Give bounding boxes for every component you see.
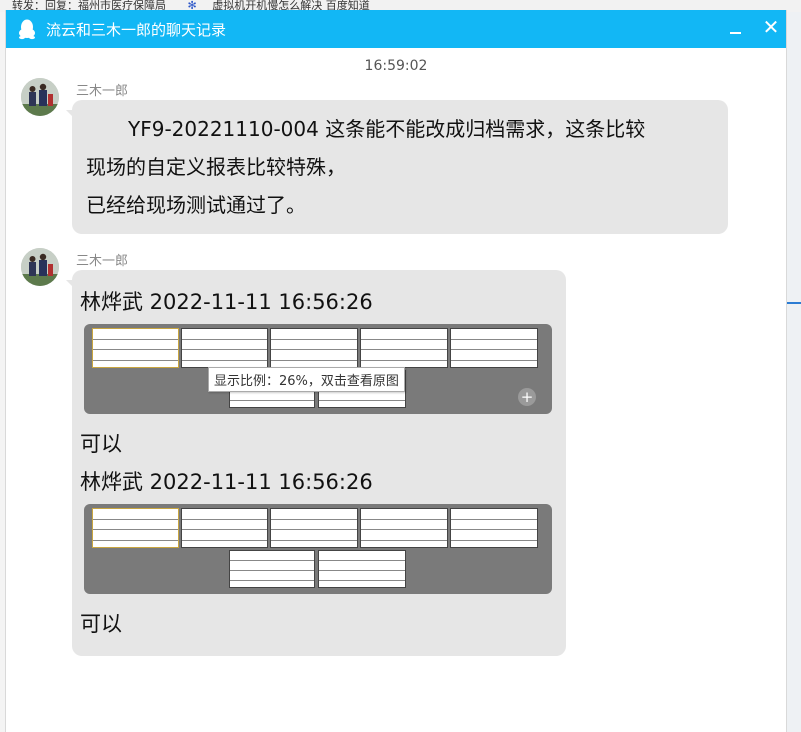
zoom-tooltip: 显示比例：26%，双击查看原图 xyxy=(208,367,405,392)
thumbnail-card xyxy=(92,328,179,368)
chat-content[interactable]: 16:59:02 三木一郎 YF9-20221110-004 这条能不能改成归档… xyxy=(6,48,786,732)
message-text: YF9-20221110-004 这条能不能改成归档需求，这条比较 现场的自定义… xyxy=(86,110,726,224)
message-line: 现场的自定义报表比较特殊， xyxy=(86,155,346,179)
sender-name: 三木一郎 xyxy=(76,254,129,269)
avatar[interactable] xyxy=(21,248,59,286)
sender-name: 三木一郎 xyxy=(76,84,129,99)
chat-history-window: 流云和三木一郎的聊天记录 ✕ 16:59:02 三木一郎 YF9-2022111… xyxy=(5,10,787,732)
image-thumbnail[interactable]: 显示比例：26%，双击查看原图 + xyxy=(84,324,552,414)
message-line: 已经给现场测试通过了。 xyxy=(86,193,306,217)
avatar[interactable] xyxy=(21,78,59,116)
title-bar: 流云和三木一郎的聊天记录 ✕ xyxy=(6,10,786,48)
window-title: 流云和三木一郎的聊天记录 xyxy=(46,21,227,39)
reply-text: 可以 xyxy=(80,432,122,456)
thumbnail-card xyxy=(360,508,448,548)
message-bubble[interactable]: YF9-20221110-004 这条能不能改成归档需求，这条比较 现场的自定义… xyxy=(72,100,728,234)
thumbnail-card xyxy=(270,508,358,548)
image-thumbnail[interactable] xyxy=(84,504,552,594)
avatar-photo-icon xyxy=(21,78,59,116)
thumbnail-card xyxy=(181,508,268,548)
thumbnail-card xyxy=(360,328,448,368)
thumbnail-card xyxy=(450,508,538,548)
reply-text: 可以 xyxy=(80,612,122,636)
thumbnail-card xyxy=(318,550,406,588)
quoted-header: 林烨武 2022-11-11 16:56:26 xyxy=(80,290,373,314)
qq-penguin-icon xyxy=(19,19,35,40)
message-line: YF9-20221110-004 这条能不能改成归档需求，这条比较 xyxy=(128,117,646,141)
thumbnail-card xyxy=(450,328,538,368)
minimize-icon[interactable] xyxy=(722,16,748,42)
thumbnail-card xyxy=(181,328,268,368)
thumbnail-card xyxy=(270,328,358,368)
thumbnail-card xyxy=(229,550,315,588)
zoom-in-icon[interactable]: + xyxy=(518,388,536,406)
quoted-header: 林烨武 2022-11-11 16:56:26 xyxy=(80,470,373,494)
message-timestamp: 16:59:02 xyxy=(364,58,428,74)
thumbnail-card xyxy=(92,508,179,548)
avatar-photo-icon xyxy=(21,248,59,286)
background-window-right xyxy=(785,12,801,732)
close-icon[interactable]: ✕ xyxy=(758,14,784,40)
message-bubble[interactable]: 林烨武 2022-11-11 16:56:26 显示比例：26%，双击查看原图 … xyxy=(72,270,566,656)
